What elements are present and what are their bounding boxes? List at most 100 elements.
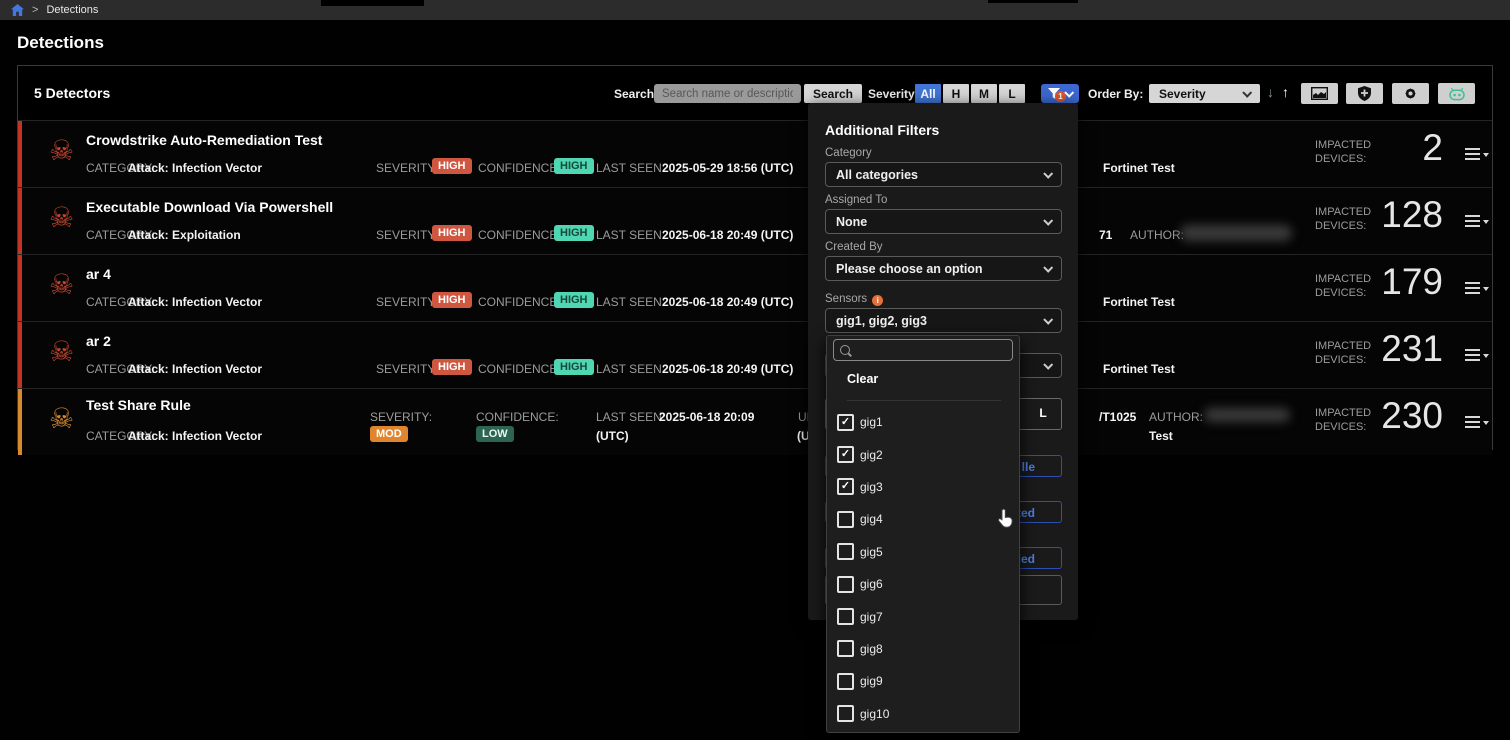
detector-row[interactable]: ☠ Executable Download Via Powershell CAT…	[18, 187, 1492, 254]
search-button[interactable]: Search	[804, 84, 862, 103]
created-by-select[interactable]: Please choose an option	[825, 256, 1062, 281]
severity-low-button[interactable]: L	[999, 84, 1025, 103]
last-seen-value: 2025-06-18 20:49 (UTC)	[662, 228, 793, 242]
impacted-devices-count: 128	[1348, 194, 1443, 236]
checkbox[interactable]: ✓	[837, 414, 854, 431]
created-by-label: Created By	[825, 241, 883, 253]
impacted-devices-count: 179	[1348, 261, 1443, 303]
last-seen-value: 2025-05-29 18:56 (UTC)	[662, 161, 793, 175]
severity-badge: HIGH	[432, 158, 472, 174]
settings-button[interactable]	[1392, 83, 1429, 104]
chevron-down-icon	[1242, 88, 1252, 98]
additional-filters-button[interactable]: 1	[1041, 84, 1079, 103]
confidence-badge: HIGH	[554, 225, 594, 241]
gear-icon	[1403, 86, 1418, 101]
sensor-option[interactable]: gig10	[827, 698, 1019, 730]
assistant-button[interactable]	[1438, 83, 1475, 104]
severity-l-option[interactable]: L	[1026, 406, 1060, 420]
sensor-option[interactable]: gig4	[827, 503, 1019, 535]
confidence-badge: HIGH	[554, 359, 594, 375]
confidence-badge: HIGH	[554, 292, 594, 308]
breadcrumb-current[interactable]: Detections	[46, 4, 98, 16]
sensor-option[interactable]: gig5	[827, 536, 1019, 568]
checkbox[interactable]	[837, 576, 854, 593]
detector-count: 5 Detectors	[34, 85, 110, 101]
author-redacted-blur	[1180, 225, 1292, 241]
author-value: Fortinet Test	[1103, 295, 1175, 309]
sort-descending-button[interactable]: ↓	[1267, 84, 1274, 100]
sensor-option[interactable]: ✓ gig3	[827, 471, 1019, 503]
category-filter-select[interactable]: All categories	[825, 162, 1062, 187]
mouse-cursor	[997, 508, 1014, 534]
checkbox[interactable]	[837, 543, 854, 560]
last-seen-value: 2025-06-18 20:09	[659, 410, 754, 424]
assigned-to-select[interactable]: None	[825, 209, 1062, 234]
detector-title[interactable]: Executable Download Via Powershell	[86, 199, 333, 215]
detector-row[interactable]: ☠ Crowdstrike Auto-Remediation Test CATE…	[18, 120, 1492, 187]
order-by-select[interactable]: Severity	[1149, 84, 1260, 103]
redaction-bar	[321, 0, 424, 6]
info-icon[interactable]: i	[872, 295, 883, 306]
skull-crossbones-icon: ☠	[49, 402, 74, 436]
checkbox[interactable]: ✓	[837, 446, 854, 463]
row-menu-button[interactable]	[1465, 146, 1489, 162]
row-menu-button[interactable]	[1465, 414, 1489, 430]
severity-high-button[interactable]: H	[943, 84, 969, 103]
severity-medium-button[interactable]: M	[971, 84, 997, 103]
sensor-option-label: gig1	[860, 415, 883, 429]
chevron-down-icon	[1043, 169, 1053, 179]
detector-title[interactable]: Test Share Rule	[86, 397, 191, 413]
detector-title[interactable]: ar 2	[86, 333, 111, 349]
created-by-value: Please choose an option	[836, 262, 983, 276]
sensor-search-input[interactable]	[833, 339, 1013, 361]
chart-view-button[interactable]	[1301, 83, 1338, 104]
skull-crossbones-icon: ☠	[49, 134, 74, 168]
severity-badge: MOD	[370, 426, 408, 442]
sensor-option-label: gig5	[860, 545, 883, 559]
chevron-down-icon	[1043, 216, 1053, 226]
severity-all-button[interactable]: All	[915, 84, 941, 103]
author-label: AUTHOR:	[1149, 410, 1203, 424]
severity-filter-group: All H M L	[915, 84, 1025, 103]
author-second-line: Test	[1149, 429, 1173, 443]
order-by-label: Order By:	[1088, 87, 1143, 101]
detector-row[interactable]: ☠ Test Share Rule CATEGORY: Attack: Infe…	[18, 388, 1492, 455]
checkbox[interactable]	[837, 608, 854, 625]
last-seen-label: LAST SEEN:	[596, 228, 665, 242]
checkbox[interactable]	[837, 673, 854, 690]
row-menu-button[interactable]	[1465, 213, 1489, 229]
category-value: Attack: Infection Vector	[128, 429, 262, 443]
sensor-option[interactable]: gig8	[827, 633, 1019, 665]
mitre-fragment: 71	[1099, 228, 1112, 242]
page-title: Detections	[17, 33, 104, 53]
search-input[interactable]	[654, 84, 801, 103]
last-seen-label: LAST SEEN:	[596, 161, 665, 175]
sensor-option[interactable]: gig6	[827, 568, 1019, 600]
checkbox[interactable]	[837, 511, 854, 528]
shield-settings-button[interactable]	[1346, 83, 1383, 104]
author-label: AUTHOR:	[1130, 228, 1184, 242]
detector-row[interactable]: ☠ ar 2 CATEGORY: Attack: Infection Vecto…	[18, 321, 1492, 388]
search-label: Search	[614, 87, 654, 101]
category-value: Attack: Infection Vector	[128, 362, 262, 376]
impacted-devices-count: 230	[1348, 395, 1443, 437]
detector-row[interactable]: ☠ ar 4 CATEGORY: Attack: Infection Vecto…	[18, 254, 1492, 321]
home-icon[interactable]	[11, 4, 24, 16]
severity-badge: HIGH	[432, 225, 472, 241]
checkbox[interactable]	[837, 640, 854, 657]
row-menu-button[interactable]	[1465, 347, 1489, 363]
sensor-option[interactable]: ✓ gig2	[827, 438, 1019, 470]
sensors-select[interactable]: gig1, gig2, gig3	[825, 308, 1062, 333]
skull-crossbones-icon: ☠	[49, 268, 74, 302]
detector-title[interactable]: ar 4	[86, 266, 111, 282]
order-by-value: Severity	[1159, 87, 1206, 101]
checkbox[interactable]: ✓	[837, 478, 854, 495]
clear-selection-button[interactable]: Clear	[847, 372, 1001, 401]
sensor-option[interactable]: gig9	[827, 665, 1019, 697]
row-menu-button[interactable]	[1465, 280, 1489, 296]
sensor-option[interactable]: ✓ gig1	[827, 406, 1019, 438]
sensor-option[interactable]: gig7	[827, 600, 1019, 632]
checkbox[interactable]	[837, 705, 854, 722]
sort-ascending-button[interactable]: ↑	[1282, 84, 1289, 100]
detector-title[interactable]: Crowdstrike Auto-Remediation Test	[86, 132, 322, 148]
